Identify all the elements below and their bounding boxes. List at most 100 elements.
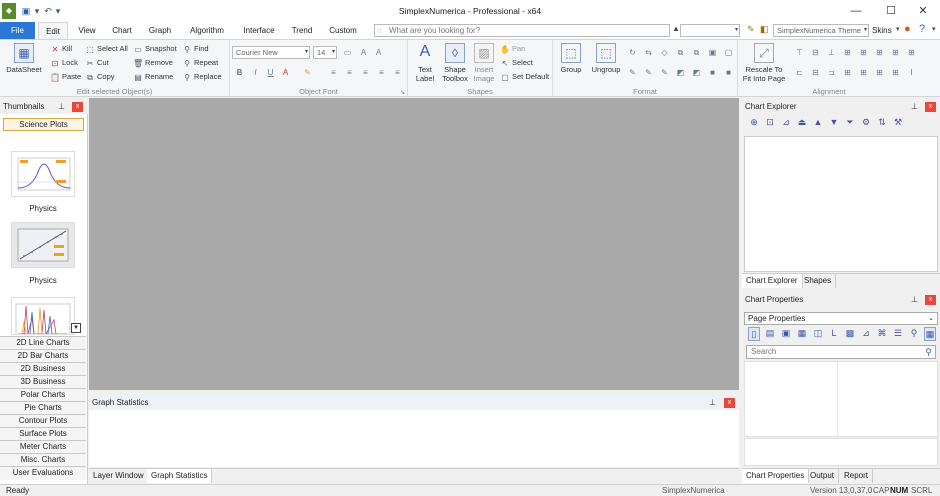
scroll-down-icon[interactable]: ▼ (71, 323, 81, 333)
theme-combo[interactable]: SimplexNumerica Theme ▾ (773, 24, 869, 37)
pin-icon[interactable]: ⊥ (911, 293, 918, 307)
move-down-icon[interactable]: ▼ (828, 116, 840, 128)
skins-menu[interactable]: Skins (872, 26, 892, 35)
add-layer-icon[interactable]: ⊕ (748, 116, 760, 128)
rotate-icon[interactable]: ↻ (627, 48, 638, 58)
properties-search-input[interactable]: Search ⚲ (746, 345, 936, 359)
kill-button[interactable]: ✕ Kill (50, 43, 72, 54)
tab-edit[interactable]: Edit (38, 22, 68, 39)
decrease-font-icon[interactable]: A (373, 48, 384, 58)
line-props-icon[interactable]: ⊿ (860, 327, 872, 339)
back-icon[interactable]: ⧉ (691, 48, 702, 58)
tab-shapes[interactable]: Shapes (800, 274, 837, 288)
find-button[interactable]: ⚲ Find (182, 43, 209, 54)
bold-button[interactable]: B (234, 68, 245, 78)
fit-icon[interactable]: ⊡ (764, 116, 776, 128)
line-color-icon[interactable]: ✎ (643, 68, 654, 78)
close-button[interactable]: ✕ (906, 0, 940, 22)
category-2d-line-charts[interactable]: 2D Line Charts (0, 336, 86, 349)
select-button[interactable]: ↖ Select (500, 57, 533, 68)
page-icon[interactable]: ▯ (748, 327, 760, 341)
bring-front-icon[interactable]: ■ (707, 68, 718, 78)
maximize-button[interactable]: ☐ (874, 0, 908, 22)
font-size-combo[interactable]: 14 ▾ (313, 46, 337, 59)
grow-font-icon[interactable]: ▭ (342, 48, 353, 58)
underline-button[interactable]: U (265, 68, 276, 78)
category-2d-business[interactable]: 2D Business (0, 362, 86, 375)
text-label-button[interactable]: A Text Label (412, 43, 438, 83)
category-3d-business[interactable]: 3D Business (0, 375, 86, 388)
object-combo[interactable]: ▾ (680, 24, 740, 37)
category-meter-charts[interactable]: Meter Charts (0, 440, 86, 453)
send-backward-icon[interactable]: ◩ (691, 68, 702, 78)
search-input[interactable]: ◌ What are you looking for? (374, 24, 670, 37)
dialog-launcher-icon[interactable]: ↘ (400, 89, 405, 96)
indent-icon[interactable]: ≡ (392, 68, 403, 78)
cursor-icon[interactable]: I (906, 68, 917, 78)
space-h-icon[interactable]: ⊞ (842, 68, 853, 78)
category-polar-charts[interactable]: Polar Charts (0, 388, 86, 401)
rename-button[interactable]: ▤ Rename (133, 71, 173, 82)
align-top-icon[interactable]: ⊤ (794, 48, 805, 58)
scroll-up-icon[interactable]: ▲ (672, 24, 680, 33)
replace-button[interactable]: ⚲ Replace (182, 71, 221, 82)
help-dropdown-icon[interactable]: ▾ (932, 25, 936, 33)
tab-chart[interactable]: Chart (106, 22, 138, 39)
rescale-button[interactable]: ⤢ Rescale To Fit Into Page (740, 43, 788, 83)
pin-icon[interactable]: ⊥ (58, 100, 65, 114)
move-up-icon[interactable]: ▲ (812, 116, 824, 128)
copy-button[interactable]: ⧉ Copy (85, 71, 114, 82)
format-painter-icon[interactable]: ✎ (747, 24, 755, 35)
align-right-shape-icon[interactable]: ⊐ (826, 68, 837, 78)
ungroup-button[interactable]: ⬚ Ungroup (589, 43, 623, 74)
pan-button[interactable]: ✋ Pan (500, 43, 525, 54)
expand-icon[interactable]: ⏷ (844, 116, 856, 128)
same-height-icon[interactable]: ⊞ (890, 48, 901, 58)
space-v-icon[interactable]: ⊞ (858, 68, 869, 78)
help-icon[interactable]: ? (919, 23, 925, 35)
center-page-icon[interactable]: ⊞ (874, 68, 885, 78)
category-surface-plots[interactable]: Surface Plots (0, 427, 86, 440)
align-center-shape-icon[interactable]: ⊟ (810, 68, 821, 78)
category-2d-bar-charts[interactable]: 2D Bar Charts (0, 349, 86, 362)
justify-icon[interactable]: ≡ (376, 68, 387, 78)
shape-edit-icon[interactable]: ◇ (659, 48, 670, 58)
tab-custom[interactable]: Custom (324, 22, 362, 39)
font-color-icon[interactable]: A (280, 68, 291, 78)
line-style-icon[interactable]: ✎ (659, 68, 670, 78)
layer-icon[interactable]: ▤ (764, 327, 776, 339)
list-props-icon[interactable]: ☰ (892, 327, 904, 339)
chart-explorer-tree[interactable] (744, 136, 938, 272)
remove-button[interactable]: 🗑 Remove (133, 57, 173, 68)
collapse-icon[interactable]: ⏏ (796, 116, 808, 128)
repeat-button[interactable]: ⚲ Repeat (182, 57, 218, 68)
align-left-icon[interactable]: ≡ (328, 68, 339, 78)
theme-icon[interactable]: ◧ (760, 24, 769, 35)
shape-toolbox-button[interactable]: ◊ Shape Toolbox (440, 43, 470, 83)
highlight-icon[interactable]: ✎ (302, 68, 313, 78)
same-size-icon[interactable]: ⊞ (906, 48, 917, 58)
category-pie-charts[interactable]: Pie Charts (0, 401, 86, 414)
tab-interface[interactable]: Interface (237, 22, 281, 39)
fill-props-icon[interactable]: ▩ (844, 327, 856, 339)
skins-dropdown-icon[interactable]: ▾ (896, 25, 900, 33)
thumbnail-physics-2[interactable] (11, 222, 75, 268)
insert-image-button[interactable]: ▨ Insert Image (470, 43, 498, 83)
shape-props-icon[interactable]: ⌘ (876, 327, 888, 339)
paste-button[interactable]: 📋 Paste (50, 71, 81, 82)
align-bottom-icon[interactable]: ⊥ (826, 48, 837, 58)
shadow-icon[interactable]: ▣ (707, 48, 718, 58)
frame-icon[interactable]: ▣ (780, 327, 792, 339)
send-back-icon[interactable]: ■ (723, 68, 734, 78)
category-misc-charts[interactable]: Misc. Charts (0, 453, 86, 466)
group-button[interactable]: ⬚ Group (557, 43, 585, 74)
front-icon[interactable]: ⧉ (675, 48, 686, 58)
bring-forward-icon[interactable]: ◩ (675, 68, 686, 78)
close-icon[interactable]: x (724, 398, 735, 408)
document-workspace[interactable] (89, 98, 739, 390)
tab-chart-properties[interactable]: Chart Properties (742, 469, 810, 483)
align-right-icon[interactable]: ≡ (360, 68, 371, 78)
properties-icon[interactable]: ⚙ (860, 116, 872, 128)
same-width-icon[interactable]: ⊞ (874, 48, 885, 58)
grid-icon[interactable]: ⊞ (890, 68, 901, 78)
